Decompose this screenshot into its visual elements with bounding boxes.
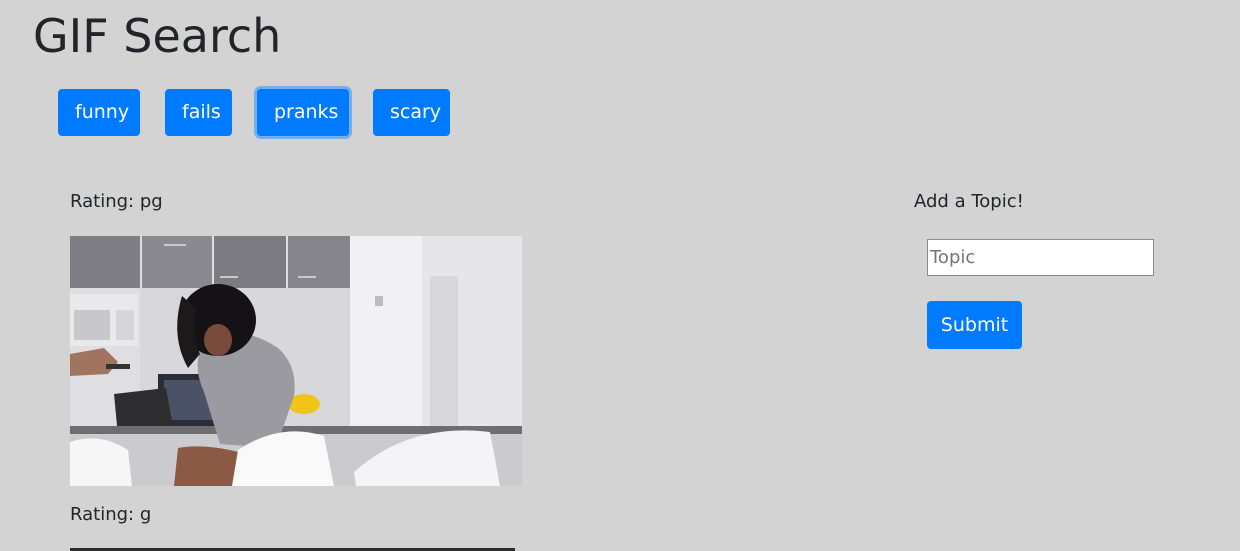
topic-input[interactable] [927,239,1154,276]
topic-button-scary[interactable]: scary [373,89,450,136]
topic-button-fails[interactable]: fails [165,89,232,136]
gif-rating: Rating: pg [70,191,163,212]
page-title: GIF Search [33,9,282,63]
page: GIF Search funny fails pranks scary Rati… [0,0,1240,551]
topic-button-pranks[interactable]: pranks [257,89,349,136]
topic-button-funny[interactable]: funny [58,89,140,136]
gif-rating: Rating: g [70,504,152,525]
add-topic-label: Add a Topic! [914,191,1024,212]
gif-image[interactable] [70,236,522,486]
gif-image-scene [70,236,522,486]
submit-button[interactable]: Submit [927,301,1022,349]
